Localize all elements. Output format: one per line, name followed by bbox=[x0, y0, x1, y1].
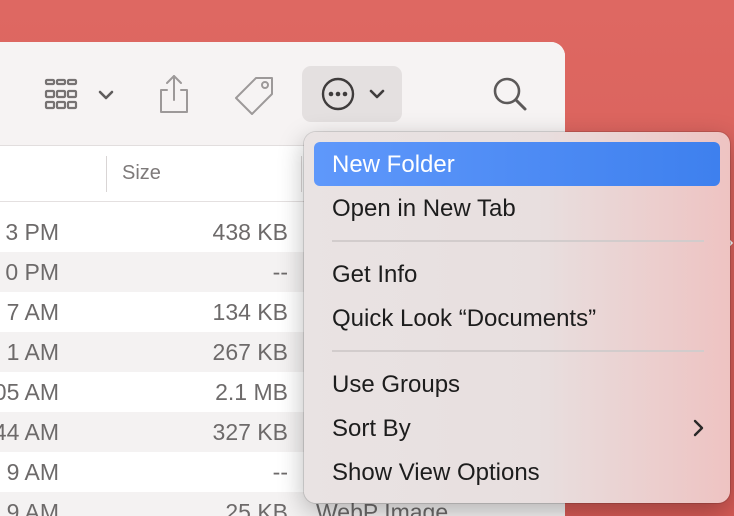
desktop: Size 3 PM 438 KB 0 PM -- 7 AM 134 KB 1 A… bbox=[0, 0, 734, 516]
menu-separator bbox=[332, 240, 704, 242]
menu-item-sort-by[interactable]: Sort By bbox=[314, 406, 720, 450]
menu-item-label: Get Info bbox=[332, 261, 418, 288]
share-icon bbox=[160, 75, 188, 113]
menu-item-label: Show View Options bbox=[332, 459, 540, 486]
menu-separator bbox=[332, 350, 704, 352]
menu-item-new-folder[interactable]: New Folder bbox=[314, 142, 720, 186]
view-mode-button[interactable] bbox=[40, 70, 124, 118]
chevron-right-icon bbox=[693, 419, 704, 437]
date-modified: 1 AM bbox=[6, 339, 59, 365]
file-size: 2.1 MB bbox=[215, 379, 288, 405]
tag-button[interactable] bbox=[228, 70, 280, 118]
menu-item-open-in-new-tab[interactable]: Open in New Tab bbox=[314, 186, 720, 230]
menu-item-use-groups[interactable]: Use Groups bbox=[314, 362, 720, 406]
file-size: 327 KB bbox=[212, 419, 288, 445]
date-modified: 3 PM bbox=[5, 219, 59, 245]
file-size: -- bbox=[272, 259, 288, 285]
chevron-down-icon bbox=[369, 89, 385, 99]
date-modified: 7 AM bbox=[6, 299, 59, 325]
menu-item-label: Quick Look “Documents” bbox=[332, 305, 597, 332]
more-actions-button[interactable] bbox=[302, 66, 402, 122]
file-size: 134 KB bbox=[212, 299, 288, 325]
date-modified: 9 AM bbox=[6, 459, 59, 485]
more-actions-icon bbox=[321, 77, 385, 111]
menu-item-label: Open in New Tab bbox=[332, 195, 516, 222]
date-modified: 44 AM bbox=[0, 419, 59, 445]
file-size: 438 KB bbox=[212, 219, 288, 245]
search-icon bbox=[493, 77, 527, 111]
file-size: 267 KB bbox=[212, 339, 288, 365]
menu-item-label: Use Groups bbox=[332, 371, 461, 398]
toolbar bbox=[0, 42, 565, 146]
column-divider[interactable] bbox=[106, 156, 107, 192]
date-modified: 0 PM bbox=[5, 259, 59, 285]
chevron-down-icon bbox=[98, 90, 114, 100]
column-divider[interactable] bbox=[301, 156, 302, 192]
menu-item-label: Sort By bbox=[332, 415, 411, 442]
file-size: 25 KB bbox=[225, 499, 288, 516]
file-size: -- bbox=[272, 459, 288, 485]
menu-item-show-view-options[interactable]: Show View Options bbox=[314, 450, 720, 494]
search-button[interactable] bbox=[486, 70, 534, 118]
view-grid-icon bbox=[44, 78, 114, 110]
tag-icon bbox=[235, 77, 273, 115]
more-actions-menu: New Folder Open in New Tab Get Info Quic… bbox=[304, 132, 730, 503]
menu-item-quick-look[interactable]: Quick Look “Documents” bbox=[314, 296, 720, 340]
menu-item-label: New Folder bbox=[332, 151, 455, 178]
menu-item-get-info[interactable]: Get Info bbox=[314, 252, 720, 296]
date-modified: 05 AM bbox=[0, 379, 59, 405]
column-header-size[interactable]: Size bbox=[122, 162, 161, 185]
date-modified: 9 AM bbox=[6, 499, 59, 516]
share-button[interactable] bbox=[152, 70, 196, 118]
